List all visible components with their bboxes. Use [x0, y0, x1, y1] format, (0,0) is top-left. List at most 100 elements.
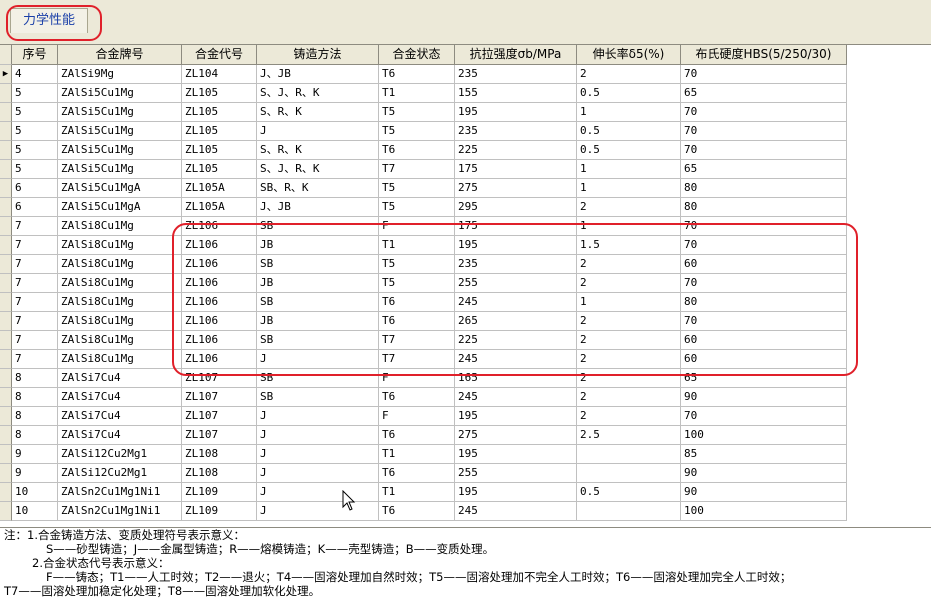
table-cell[interactable]: ZAlSi5Cu1Mg: [58, 160, 182, 179]
table-cell[interactable]: 245: [455, 502, 577, 521]
row-indicator[interactable]: [0, 84, 12, 103]
table-cell[interactable]: ZAlSi8Cu1Mg: [58, 274, 182, 293]
table-row[interactable]: 7 ZAlSi8Cu1Mg ZL106 SB T5 235 2 60: [0, 255, 931, 274]
table-cell[interactable]: 7: [12, 350, 58, 369]
table-row[interactable]: 5 ZAlSi5Cu1Mg ZL105 J T5 235 0.5 70: [0, 122, 931, 141]
table-cell[interactable]: 7: [12, 236, 58, 255]
table-cell[interactable]: T1: [379, 445, 455, 464]
table-cell[interactable]: [577, 445, 681, 464]
table-cell[interactable]: 80: [681, 179, 847, 198]
table-cell[interactable]: 9: [12, 464, 58, 483]
table-cell[interactable]: 2: [577, 407, 681, 426]
table-cell[interactable]: 90: [681, 388, 847, 407]
table-cell[interactable]: 8: [12, 388, 58, 407]
table-cell[interactable]: T5: [379, 274, 455, 293]
table-cell[interactable]: T7: [379, 331, 455, 350]
table-cell[interactable]: 90: [681, 464, 847, 483]
table-cell[interactable]: 1: [577, 179, 681, 198]
row-indicator[interactable]: [0, 445, 12, 464]
table-cell[interactable]: 2: [577, 369, 681, 388]
row-indicator[interactable]: [0, 122, 12, 141]
table-cell[interactable]: ZAlSi5Cu1MgA: [58, 179, 182, 198]
table-row[interactable]: 9 ZAlSi12Cu2Mg1 ZL108 J T6 255 90: [0, 464, 931, 483]
table-cell[interactable]: T5: [379, 122, 455, 141]
table-cell[interactable]: 5: [12, 84, 58, 103]
table-row[interactable]: 8 ZAlSi7Cu4 ZL107 SB F 165 2 65: [0, 369, 931, 388]
table-cell[interactable]: 195: [455, 103, 577, 122]
table-cell[interactable]: ZL105: [182, 122, 257, 141]
table-cell[interactable]: 100: [681, 426, 847, 445]
table-cell[interactable]: 70: [681, 65, 847, 84]
table-row[interactable]: 10 ZAlSn2Cu1Mg1Ni1 ZL109 J T6 245 100: [0, 502, 931, 521]
table-cell[interactable]: ZL106: [182, 312, 257, 331]
row-indicator[interactable]: [0, 141, 12, 160]
table-cell[interactable]: 7: [12, 274, 58, 293]
table-cell[interactable]: 245: [455, 350, 577, 369]
table-cell[interactable]: ZL107: [182, 388, 257, 407]
column-header[interactable]: 抗拉强度σb/MPa: [455, 45, 577, 65]
table-cell[interactable]: JB: [257, 274, 379, 293]
table-cell[interactable]: ZAlSi5Cu1MgA: [58, 198, 182, 217]
table-cell[interactable]: ZL105A: [182, 198, 257, 217]
table-cell[interactable]: ZAlSi7Cu4: [58, 388, 182, 407]
table-cell[interactable]: J: [257, 426, 379, 445]
table-row[interactable]: 8 ZAlSi7Cu4 ZL107 SB T6 245 2 90: [0, 388, 931, 407]
table-cell[interactable]: 0.5: [577, 483, 681, 502]
table-cell[interactable]: ZAlSi8Cu1Mg: [58, 217, 182, 236]
table-cell[interactable]: T6: [379, 502, 455, 521]
table-cell[interactable]: 70: [681, 407, 847, 426]
row-indicator[interactable]: [0, 217, 12, 236]
table-cell[interactable]: 70: [681, 236, 847, 255]
data-grid[interactable]: 序号 合金牌号 合金代号 铸造方法 合金状态 抗拉强度σb/MPa 伸长率δ5(…: [0, 44, 931, 528]
column-header[interactable]: 伸长率δ5(%): [577, 45, 681, 65]
table-cell[interactable]: 175: [455, 217, 577, 236]
row-indicator[interactable]: [0, 179, 12, 198]
table-cell[interactable]: 8: [12, 426, 58, 445]
table-cell[interactable]: 65: [681, 160, 847, 179]
table-cell[interactable]: 4: [12, 65, 58, 84]
table-cell[interactable]: 7: [12, 331, 58, 350]
table-cell[interactable]: 255: [455, 464, 577, 483]
table-row[interactable]: 6 ZAlSi5Cu1MgA ZL105A J、JB T5 295 2 80: [0, 198, 931, 217]
table-cell[interactable]: J: [257, 464, 379, 483]
table-cell[interactable]: ZL106: [182, 255, 257, 274]
table-cell[interactable]: 255: [455, 274, 577, 293]
table-row[interactable]: 7 ZAlSi8Cu1Mg ZL106 SB T6 245 1 80: [0, 293, 931, 312]
table-cell[interactable]: F: [379, 369, 455, 388]
table-cell[interactable]: 195: [455, 483, 577, 502]
row-indicator[interactable]: [0, 331, 12, 350]
table-cell[interactable]: 1: [577, 103, 681, 122]
table-row[interactable]: 7 ZAlSi8Cu1Mg ZL106 SB T7 225 2 60: [0, 331, 931, 350]
table-cell[interactable]: 70: [681, 312, 847, 331]
table-cell[interactable]: F: [379, 217, 455, 236]
table-cell[interactable]: ZL105: [182, 103, 257, 122]
table-cell[interactable]: T1: [379, 483, 455, 502]
table-cell[interactable]: 225: [455, 331, 577, 350]
table-cell[interactable]: T1: [379, 236, 455, 255]
table-cell[interactable]: 155: [455, 84, 577, 103]
row-indicator[interactable]: [0, 236, 12, 255]
table-cell[interactable]: SB: [257, 369, 379, 388]
table-cell[interactable]: 245: [455, 388, 577, 407]
table-cell[interactable]: ZL108: [182, 445, 257, 464]
row-indicator[interactable]: [0, 293, 12, 312]
table-cell[interactable]: [577, 464, 681, 483]
table-cell[interactable]: 1: [577, 160, 681, 179]
tab-mechanical-properties[interactable]: 力学性能: [10, 8, 89, 33]
table-cell[interactable]: ZAlSi5Cu1Mg: [58, 84, 182, 103]
table-cell[interactable]: ZAlSi8Cu1Mg: [58, 293, 182, 312]
table-row[interactable]: 7 ZAlSi8Cu1Mg ZL106 JB T6 265 2 70: [0, 312, 931, 331]
table-cell[interactable]: 6: [12, 179, 58, 198]
table-row[interactable]: 8 ZAlSi7Cu4 ZL107 J F 195 2 70: [0, 407, 931, 426]
table-cell[interactable]: T7: [379, 350, 455, 369]
current-row-indicator-icon[interactable]: ▶: [0, 65, 12, 84]
row-indicator[interactable]: [0, 369, 12, 388]
table-cell[interactable]: 2: [577, 388, 681, 407]
table-cell[interactable]: ZL106: [182, 274, 257, 293]
table-cell[interactable]: T6: [379, 388, 455, 407]
table-cell[interactable]: ZAlSi8Cu1Mg: [58, 312, 182, 331]
table-cell[interactable]: T5: [379, 255, 455, 274]
table-cell[interactable]: 7: [12, 312, 58, 331]
table-cell[interactable]: ZAlSn2Cu1Mg1Ni1: [58, 483, 182, 502]
table-cell[interactable]: ZL105: [182, 84, 257, 103]
